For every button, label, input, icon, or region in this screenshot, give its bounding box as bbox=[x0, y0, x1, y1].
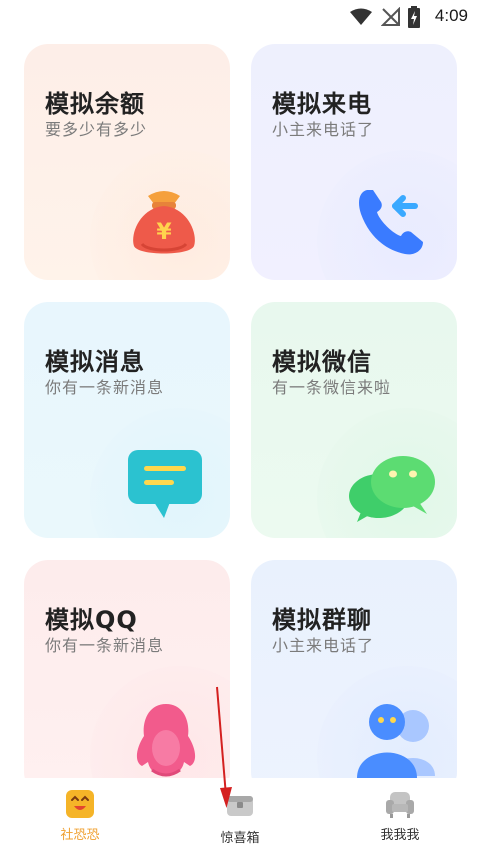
wechat-icon bbox=[349, 456, 435, 522]
card-fake-qq[interactable]: 模拟QQ 你有一条新消息 bbox=[24, 560, 230, 796]
card-subtitle: 要多少有多少 bbox=[45, 120, 148, 139]
group-chat-icon bbox=[357, 704, 435, 778]
wifi-icon bbox=[350, 8, 372, 25]
card-subtitle: 小主来电话了 bbox=[272, 636, 375, 655]
qq-penguin-icon bbox=[136, 704, 196, 777]
card-subtitle: 有一条微信来啦 bbox=[272, 378, 392, 397]
armchair-icon bbox=[386, 792, 414, 818]
card-subtitle: 你有一条新消息 bbox=[45, 378, 165, 397]
clock-time: 4:09 bbox=[434, 6, 468, 25]
card-fake-message[interactable]: 模拟消息 你有一条新消息 bbox=[24, 302, 230, 538]
bottom-tab-bar: 社恐恐 惊喜箱 我我我 bbox=[0, 778, 480, 853]
card-fake-call[interactable]: 模拟来电 小主来电话了 bbox=[251, 44, 457, 280]
card-fake-balance[interactable]: 模拟余额 要多少有多少 ¥ bbox=[24, 44, 230, 280]
tab-social-anxiety[interactable]: 社恐恐 bbox=[0, 778, 160, 853]
card-title: 模拟消息 bbox=[45, 348, 145, 376]
card-title: 模拟群聊 bbox=[272, 606, 372, 634]
card-title: 模拟微信 bbox=[272, 348, 372, 376]
card-title: 模拟来电 bbox=[272, 90, 372, 118]
tab-surprise-box[interactable]: 惊喜箱 bbox=[160, 778, 320, 853]
card-title: 模拟QQ bbox=[45, 606, 138, 634]
svg-text:¥: ¥ bbox=[156, 220, 172, 245]
tab-label: 我我我 bbox=[380, 828, 420, 843]
card-fake-group-chat[interactable]: 模拟群聊 小主来电话了 bbox=[251, 560, 457, 796]
battery-charging-icon bbox=[408, 6, 420, 28]
tab-label: 惊喜箱 bbox=[220, 831, 260, 846]
tab-me[interactable]: 我我我 bbox=[320, 778, 480, 853]
phone-call-icon bbox=[359, 190, 423, 255]
tab-label: 社恐恐 bbox=[60, 828, 100, 843]
no-signal-icon bbox=[381, 7, 400, 26]
gift-box-icon bbox=[227, 796, 253, 816]
message-bubble-icon bbox=[128, 450, 202, 518]
card-title: 模拟余额 bbox=[45, 90, 145, 118]
money-bag-icon: ¥ bbox=[133, 191, 195, 254]
status-bar: 4:09 bbox=[0, 0, 480, 34]
card-fake-wechat[interactable]: 模拟微信 有一条微信来啦 bbox=[251, 302, 457, 538]
card-subtitle: 你有一条新消息 bbox=[45, 636, 165, 655]
happy-face-icon bbox=[66, 790, 94, 818]
card-subtitle: 小主来电话了 bbox=[272, 120, 375, 139]
